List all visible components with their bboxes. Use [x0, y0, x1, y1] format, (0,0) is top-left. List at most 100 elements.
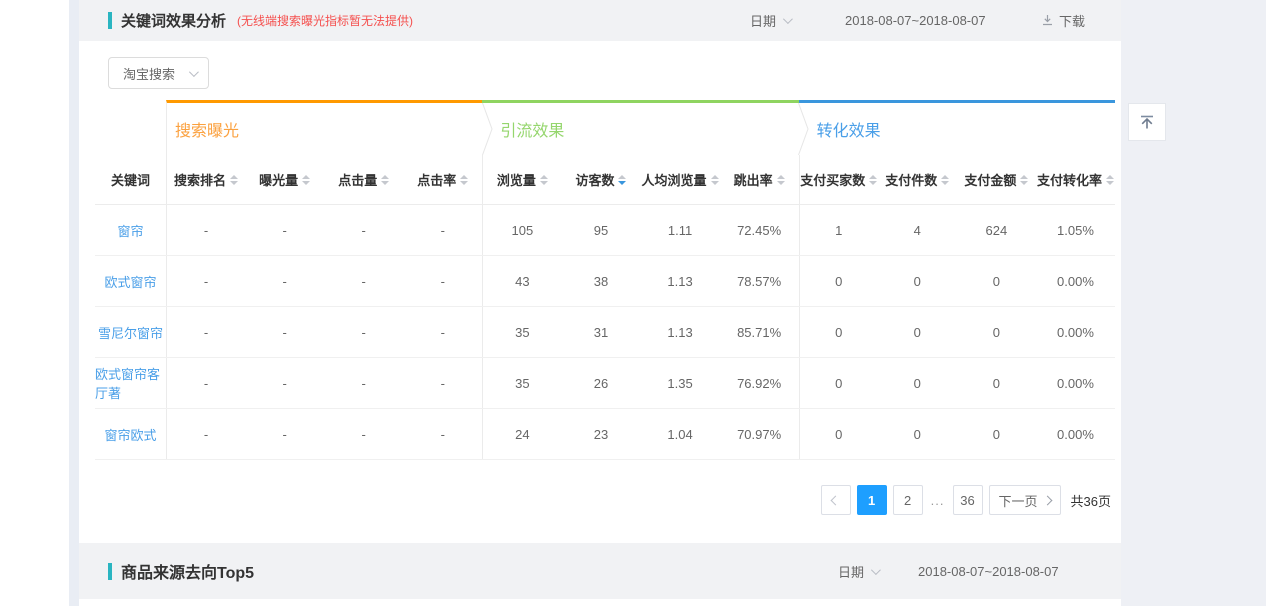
download-icon: [1041, 14, 1054, 27]
group-divider-chevron: [482, 103, 493, 155]
date-filter[interactable]: 日期: [750, 0, 790, 41]
metric-cell: 0: [957, 409, 1036, 459]
keyword-link[interactable]: 雪尼尔窗帘: [98, 323, 163, 342]
metric-cell: -: [166, 256, 245, 306]
metric-cell: 0: [799, 307, 878, 357]
keyword-section-header: 关键词效果分析 (无线端搜索曝光指标暂无法提供) 日期 2018-08-07~2…: [79, 0, 1121, 41]
metric-cell: 26: [561, 358, 640, 408]
download-button[interactable]: 下载: [1041, 0, 1085, 41]
column-header-visitors[interactable]: 访客数: [561, 155, 640, 204]
sort-icon: [302, 175, 310, 185]
table-header-row: 关键词 搜索排名 曝光量 点击量 点击率 浏览量 访客数 人均浏览量 跳出率 支…: [95, 155, 1115, 205]
section-note: (无线端搜索曝光指标暂无法提供): [237, 12, 413, 29]
metric-cell: 1.35: [641, 358, 720, 408]
keyword-table-panel: 淘宝搜索 搜索曝光 引流效果 转化效果 关键词 搜索排名 曝: [79, 41, 1121, 543]
column-header-exposure[interactable]: 曝光量: [245, 155, 324, 204]
metric-cell: -: [245, 307, 324, 357]
metric-cell: -: [403, 409, 482, 459]
column-header-pageviews[interactable]: 浏览量: [482, 155, 561, 204]
metric-cell: 1.13: [641, 307, 720, 357]
keyword-link[interactable]: 窗帘: [117, 221, 143, 240]
sort-icon: [381, 175, 389, 185]
chevron-right-icon: [1042, 495, 1052, 505]
sort-icon: [1106, 175, 1114, 185]
group-search-exposure: 搜索曝光: [166, 100, 482, 155]
metric-cell: 43: [482, 256, 561, 306]
keyword-link[interactable]: 欧式窗帘: [104, 272, 156, 291]
sort-icon: [230, 175, 238, 185]
metric-cell: 0: [957, 307, 1036, 357]
metric-cell: 0.00%: [1036, 409, 1115, 459]
metric-cell: -: [324, 307, 403, 357]
metric-cell: 624: [957, 205, 1036, 255]
metric-cell: -: [245, 409, 324, 459]
keyword-link[interactable]: 窗帘欧式: [104, 425, 156, 444]
title-accent-bar: [108, 12, 112, 29]
metric-cell: -: [166, 205, 245, 255]
metric-cell: 1.13: [641, 256, 720, 306]
metric-cell: -: [324, 256, 403, 306]
metric-cell: -: [245, 256, 324, 306]
metric-cell: 0: [957, 358, 1036, 408]
column-header-clicks[interactable]: 点击量: [324, 155, 403, 204]
column-header-paid-conversion[interactable]: 支付转化率: [1036, 155, 1115, 204]
metric-cell: -: [245, 205, 324, 255]
metric-cell: 0: [878, 409, 957, 459]
chevron-down-icon: [871, 565, 881, 575]
sort-icon: [869, 175, 877, 185]
left-gutter: [69, 0, 79, 606]
sort-icon-active-desc: [618, 175, 626, 185]
keyword-table: 搜索曝光 引流效果 转化效果 关键词 搜索排名 曝光量 点击量 点击率 浏览量 …: [95, 100, 1115, 460]
section-title: 商品来源去向Top5: [121, 559, 254, 583]
page-background: [1121, 0, 1266, 606]
back-to-top-button[interactable]: [1128, 103, 1166, 141]
metric-cell: -: [324, 409, 403, 459]
next-page-button[interactable]: 下一页: [989, 485, 1061, 515]
metric-cell: 0.00%: [1036, 358, 1115, 408]
column-group-row: 搜索曝光 引流效果 转化效果: [95, 100, 1115, 155]
group-conversion-effect: 转化效果: [799, 100, 1115, 155]
metric-cell: -: [324, 205, 403, 255]
metric-cell: 23: [561, 409, 640, 459]
metric-cell: 0: [799, 256, 878, 306]
metric-cell: 31: [561, 307, 640, 357]
metric-cell: 1.04: [641, 409, 720, 459]
page-total-text: 共36页: [1071, 491, 1111, 510]
prev-page-button[interactable]: [821, 485, 851, 515]
metric-cell: 35: [482, 307, 561, 357]
page-button-2[interactable]: 2: [893, 485, 923, 515]
column-header-avg-pageviews[interactable]: 人均浏览量: [641, 155, 720, 204]
channel-select[interactable]: 淘宝搜索: [108, 57, 209, 89]
column-header-paid-buyers[interactable]: 支付买家数: [799, 155, 878, 204]
metric-cell: 4: [878, 205, 957, 255]
keyword-link[interactable]: 欧式窗帘客厅著: [95, 364, 166, 402]
chevron-down-icon: [189, 67, 199, 77]
column-header-paid-items[interactable]: 支付件数: [878, 155, 957, 204]
metric-cell: 85.71%: [720, 307, 799, 357]
column-header-paid-amount[interactable]: 支付金额: [957, 155, 1036, 204]
column-header-search-rank[interactable]: 搜索排名: [166, 155, 245, 204]
source-section-header: 商品来源去向Top5 日期 2018-08-07~2018-08-07: [79, 543, 1121, 599]
keyword-analysis-page: 关键词效果分析 (无线端搜索曝光指标暂无法提供) 日期 2018-08-07~2…: [0, 0, 1266, 606]
page-button-1[interactable]: 1: [857, 485, 887, 515]
metric-cell: 1.11: [641, 205, 720, 255]
column-header-bounce-rate[interactable]: 跳出率: [720, 155, 799, 204]
page-button-36[interactable]: 36: [953, 485, 983, 515]
table-row: 欧式窗帘 - - - - 43 38 1.13 78.57% 0 0 0 0.0…: [95, 256, 1115, 307]
metric-cell: -: [324, 358, 403, 408]
metric-cell: 0: [799, 358, 878, 408]
metric-cell: 1: [799, 205, 878, 255]
table-row: 窗帘欧式 - - - - 24 23 1.04 70.97% 0 0 0 0.0…: [95, 409, 1115, 460]
date-filter[interactable]: 日期: [838, 543, 878, 599]
metric-cell: -: [245, 358, 324, 408]
sort-icon: [460, 175, 468, 185]
metric-cell: 38: [561, 256, 640, 306]
metric-cell: 0: [878, 256, 957, 306]
metric-cell: 35: [482, 358, 561, 408]
metric-cell: -: [166, 409, 245, 459]
metric-cell: 1.05%: [1036, 205, 1115, 255]
column-header-ctr[interactable]: 点击率: [403, 155, 482, 204]
metric-cell: -: [403, 256, 482, 306]
metric-cell: 95: [561, 205, 640, 255]
sort-icon: [1020, 175, 1028, 185]
